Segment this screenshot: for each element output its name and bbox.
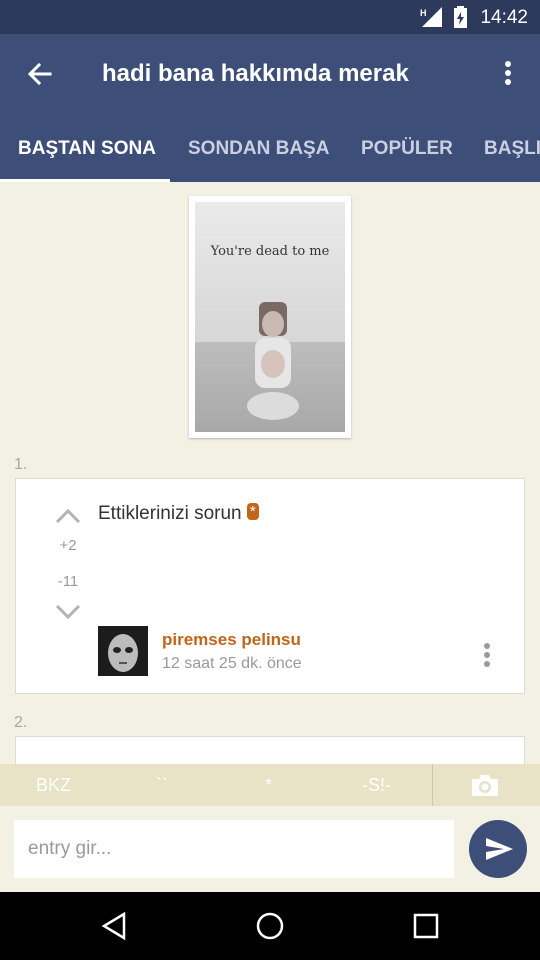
spoiler-button[interactable]: -S!- — [362, 775, 391, 796]
tab-baslik[interactable]: BAŞLIK — [484, 138, 540, 160]
photo-frame: You're dead to me — [195, 202, 345, 432]
more-vertical-icon[interactable] — [496, 58, 520, 90]
entry-number: 1. — [14, 456, 28, 473]
send-button[interactable] — [469, 820, 527, 878]
status-bar: H 14:42 — [0, 0, 540, 34]
entry-list: You're dead to me 1. +2 -11 Ettikleriniz… — [0, 182, 540, 764]
nav-home-icon[interactable] — [254, 910, 286, 942]
entry-composer — [0, 806, 540, 892]
asterisk-link[interactable]: * — [246, 503, 259, 520]
send-icon — [486, 838, 513, 860]
entry-input[interactable] — [14, 820, 454, 878]
author-name[interactable]: piremses pelinsu — [162, 630, 301, 650]
network-type-label: H — [420, 8, 427, 18]
entry-body: Ettiklerinizi sorun — [98, 503, 242, 524]
downvote-icon[interactable] — [54, 603, 82, 621]
upvote-icon[interactable] — [54, 507, 82, 525]
nav-recents-icon[interactable] — [410, 910, 442, 942]
entry-timestamp: 12 saat 25 dk. önce — [162, 655, 302, 672]
sort-tabs: BAŞTAN SONA SONDAN BAŞA POPÜLER BAŞLIK — [0, 130, 540, 182]
system-nav-bar — [0, 892, 540, 960]
author-avatar[interactable] — [98, 626, 148, 676]
topic-image[interactable]: You're dead to me — [189, 196, 351, 438]
camera-icon[interactable] — [470, 772, 500, 798]
avatar-face-icon — [98, 626, 148, 676]
photo-figure — [247, 302, 299, 420]
app-bar: hadi bana hakkımda merak BAŞTAN SONA SON… — [0, 34, 540, 182]
asterisk-button[interactable]: * — [265, 775, 272, 796]
tab-populer[interactable]: POPÜLER — [361, 138, 453, 160]
format-toolbar: BKZ `` * -S!- — [0, 764, 540, 806]
battery-icon — [454, 6, 467, 28]
entry-card: +2 -11 Ettiklerinizi sorun * piremses pe… — [15, 478, 525, 694]
backtick-button[interactable]: `` — [156, 775, 168, 796]
downvote-count: -11 — [57, 573, 79, 590]
entry-text: Ettiklerinizi sorun * — [98, 503, 259, 525]
entry-more-icon[interactable] — [480, 641, 494, 671]
topic-title: hadi bana hakkımda merak — [102, 60, 409, 87]
upvote-count: +2 — [59, 537, 77, 554]
photo-caption: You're dead to me — [210, 244, 330, 259]
toolbar-divider — [432, 764, 433, 806]
tab-sondan-basa[interactable]: SONDAN BAŞA — [188, 138, 329, 160]
signal-icon: H — [420, 7, 442, 27]
bkz-button[interactable]: BKZ — [36, 775, 71, 796]
entry-number: 2. — [14, 714, 28, 731]
entry-card — [15, 736, 525, 764]
nav-back-icon[interactable] — [100, 910, 132, 942]
tab-bastan-sona[interactable]: BAŞTAN SONA — [18, 138, 156, 160]
back-arrow-icon[interactable] — [24, 58, 56, 90]
clock: 14:42 — [480, 7, 528, 28]
